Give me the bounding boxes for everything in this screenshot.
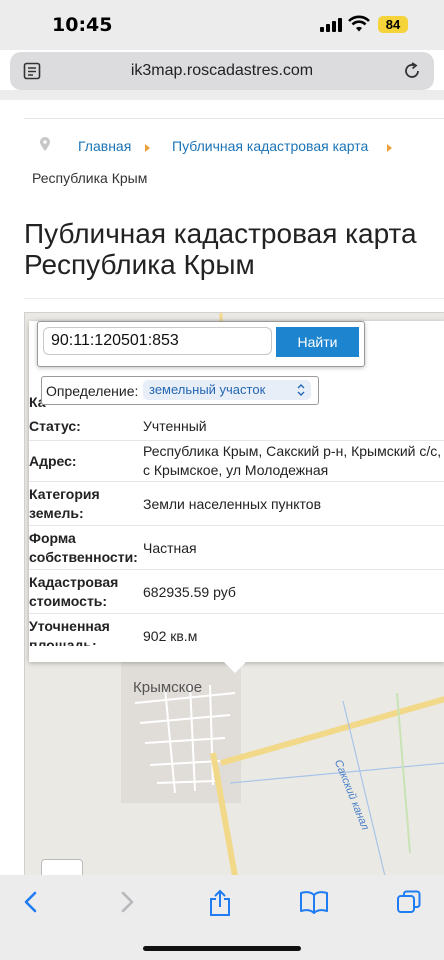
status-label: Статус: xyxy=(29,418,81,434)
bookmarks-icon[interactable] xyxy=(299,889,329,915)
definition-label: Определение: xyxy=(46,383,139,399)
share-icon[interactable] xyxy=(207,889,233,917)
tabs-icon[interactable] xyxy=(396,889,422,915)
back-icon[interactable] xyxy=(20,889,42,915)
status-value: Учтенный xyxy=(143,418,207,434)
page-title-line2: Республика Крым xyxy=(24,249,255,280)
area-value: 902 кв.м xyxy=(143,628,198,644)
village-map-label: Крымское xyxy=(133,679,203,696)
row-divider xyxy=(29,569,444,570)
area-label: Уточненная площадь: xyxy=(29,618,110,646)
cellular-signal-icon xyxy=(320,18,344,32)
home-indicator xyxy=(143,946,301,951)
forward-icon[interactable] xyxy=(116,889,138,915)
search-panel: Найти xyxy=(37,321,365,367)
page-title-line1: Публичная кадастровая карта xyxy=(24,218,417,249)
url-text[interactable]: ik3map.roscadastres.com xyxy=(10,62,434,80)
map-control[interactable] xyxy=(41,859,83,875)
land-category-label: Категория земель: xyxy=(29,486,100,521)
breadcrumb-arrow-icon xyxy=(145,144,150,152)
row-divider xyxy=(29,525,444,526)
find-button[interactable]: Найти xyxy=(276,327,359,357)
cadastral-number-input[interactable] xyxy=(43,327,272,355)
status-time: 10:45 xyxy=(52,14,113,36)
chevron-updown-icon xyxy=(297,384,305,396)
battery-indicator: 84 xyxy=(378,16,408,33)
definition-panel: Определение: земельный участок xyxy=(41,376,319,405)
breadcrumb-current: Республика Крым xyxy=(32,170,148,186)
cadastral-value-label: Кадастровая стоимость: xyxy=(29,574,119,609)
reload-icon[interactable] xyxy=(402,61,422,81)
address-value: Республика Крым, Сакский р-н, Крымский с… xyxy=(143,443,442,478)
address-bar[interactable]: ik3map.roscadastres.com xyxy=(10,52,434,90)
divider xyxy=(24,118,444,119)
status-bar: 10:45 84 xyxy=(0,0,444,50)
cadastral-value: 682935.59 руб xyxy=(143,584,236,600)
location-pin-icon xyxy=(40,137,50,151)
ownership-value: Частная xyxy=(143,540,197,556)
breadcrumb-arrow-icon xyxy=(387,144,392,152)
definition-selected-value: земельный участок xyxy=(149,382,266,397)
cadastral-map[interactable]: Ка Статус: Учтенный Адрес: Республика Кр… xyxy=(24,312,444,875)
land-category-value: Земли населенных пунктов xyxy=(143,496,322,512)
browser-divider xyxy=(0,90,444,100)
row-divider xyxy=(29,481,444,482)
row-divider xyxy=(29,613,444,614)
breadcrumb-cadastral-map[interactable]: Публичная кадастровая карта xyxy=(172,138,368,154)
definition-select[interactable]: земельный участок xyxy=(143,380,311,400)
page-content: Главная Публичная кадастровая карта Респ… xyxy=(0,100,444,875)
popup-pointer xyxy=(221,659,249,673)
parcel-info-popup: Ка Статус: Учтенный Адрес: Республика Кр… xyxy=(29,321,444,662)
ownership-label: Форма собственности: xyxy=(29,530,138,565)
row-divider xyxy=(29,440,444,441)
page-title: Публичная кадастровая карта Республика К… xyxy=(24,218,417,280)
divider xyxy=(24,298,444,299)
wifi-icon xyxy=(348,15,370,32)
breadcrumb-home[interactable]: Главная xyxy=(78,138,131,154)
address-label: Адрес: xyxy=(29,453,77,469)
